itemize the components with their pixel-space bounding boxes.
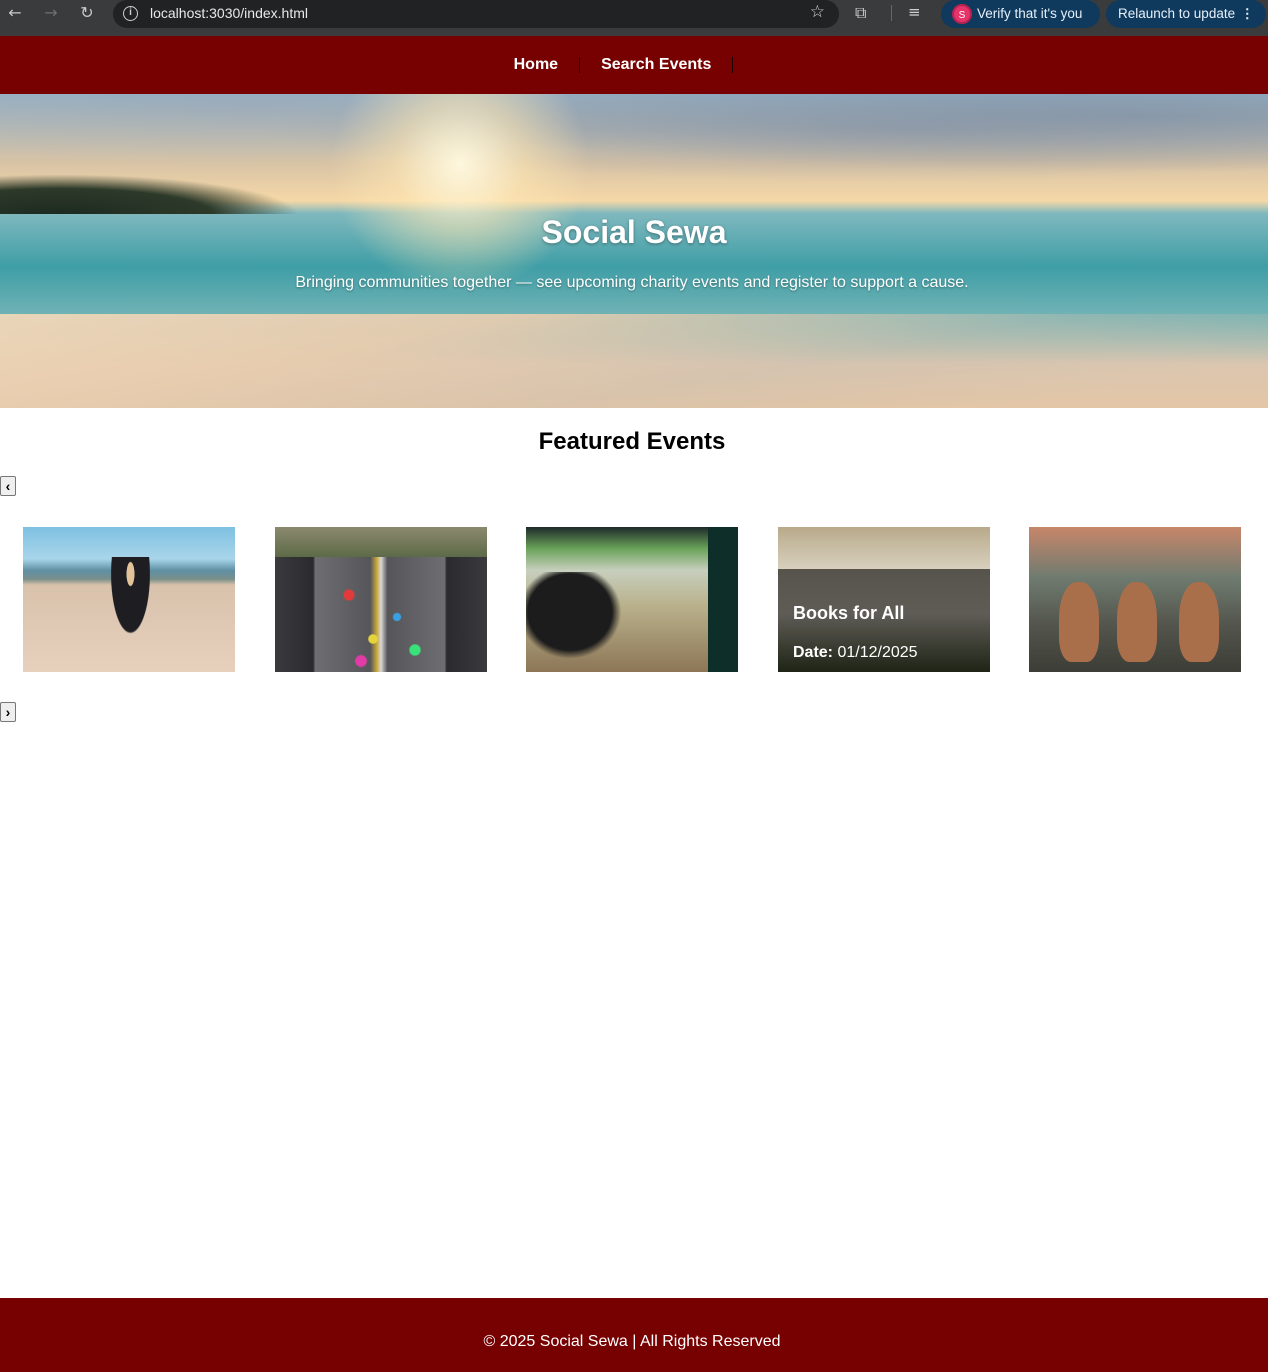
event-photo-food-market bbox=[526, 572, 636, 672]
event-card-beach-cleanup[interactable] bbox=[23, 527, 235, 672]
hero-subtitle: Bringing communities together — see upco… bbox=[295, 274, 969, 291]
profile-avatar: S bbox=[952, 4, 972, 24]
event-date-label: Date: bbox=[793, 644, 834, 661]
event-card-puppies[interactable] bbox=[1029, 527, 1241, 672]
hero-shoreline bbox=[0, 314, 1268, 408]
site-info-icon[interactable]: i bbox=[123, 6, 138, 21]
event-photo-stall bbox=[708, 527, 738, 672]
hero-sun-glow bbox=[330, 94, 590, 294]
nav-divider bbox=[579, 57, 581, 73]
event-photo-marathon bbox=[325, 562, 445, 672]
nav-search-events-link[interactable]: Search Events bbox=[601, 56, 711, 74]
event-card-food-market[interactable] bbox=[526, 527, 738, 672]
carousel-prev-button[interactable]: ‹ bbox=[0, 476, 16, 496]
extensions-puzzle-icon[interactable]: ⧉ bbox=[855, 3, 875, 23]
verify-identity-button[interactable]: S Verify that it's you bbox=[941, 0, 1100, 28]
url-text: localhost:3030/index.html bbox=[150, 5, 308, 21]
forward-arrow-icon[interactable]: → bbox=[38, 2, 64, 24]
relaunch-update-button[interactable]: Relaunch to update ⋮ bbox=[1106, 0, 1266, 28]
event-photo-puppy bbox=[1117, 582, 1157, 662]
carousel-next-button[interactable]: › bbox=[0, 702, 16, 722]
featured-events-heading: Featured Events bbox=[538, 428, 726, 455]
address-bar[interactable]: i localhost:3030/index.html ☆ bbox=[113, 0, 839, 28]
media-controls-icon[interactable]: ≡ bbox=[908, 3, 921, 21]
relaunch-label: Relaunch to update bbox=[1118, 6, 1236, 21]
event-photo-puppy bbox=[1179, 582, 1219, 662]
browser-toolbar: ← → ↻ i localhost:3030/index.html ☆ ⧉ ≡ … bbox=[0, 0, 1268, 36]
verify-label: Verify that it's you bbox=[977, 6, 1083, 21]
more-menu-icon[interactable]: ⋮ bbox=[1241, 0, 1255, 28]
nav-home-link[interactable]: Home bbox=[514, 56, 558, 74]
event-card-books-for-all[interactable]: Books for All Date: 01/12/2025 bbox=[778, 527, 990, 672]
hero-banner: Social Sewa Bringing communities togethe… bbox=[0, 94, 1268, 408]
event-photo-marathon-trees bbox=[275, 527, 487, 557]
toolbar-divider bbox=[891, 5, 892, 21]
bookmark-star-icon[interactable]: ☆ bbox=[810, 2, 825, 22]
event-photo-beach-cleanup bbox=[108, 557, 153, 642]
event-card-marathon[interactable] bbox=[275, 527, 487, 672]
reload-icon[interactable]: ↻ bbox=[74, 2, 100, 24]
hero-palm-island bbox=[0, 174, 300, 214]
hero-title: Social Sewa bbox=[541, 214, 727, 250]
site-footer: © 2025 Social Sewa | All Rights Reserved bbox=[0, 1298, 1268, 1372]
nav-divider bbox=[732, 57, 734, 73]
footer-copyright: © 2025 Social Sewa | All Rights Reserved bbox=[483, 1333, 781, 1350]
event-photo-puppy bbox=[1059, 582, 1099, 662]
site-navbar: Home Search Events bbox=[0, 36, 1268, 94]
event-card-date: Date: 01/12/2025 bbox=[793, 644, 918, 662]
event-date-value: 01/12/2025 bbox=[837, 644, 918, 661]
back-arrow-icon[interactable]: ← bbox=[2, 2, 28, 24]
event-card-title: Books for All bbox=[793, 603, 905, 623]
